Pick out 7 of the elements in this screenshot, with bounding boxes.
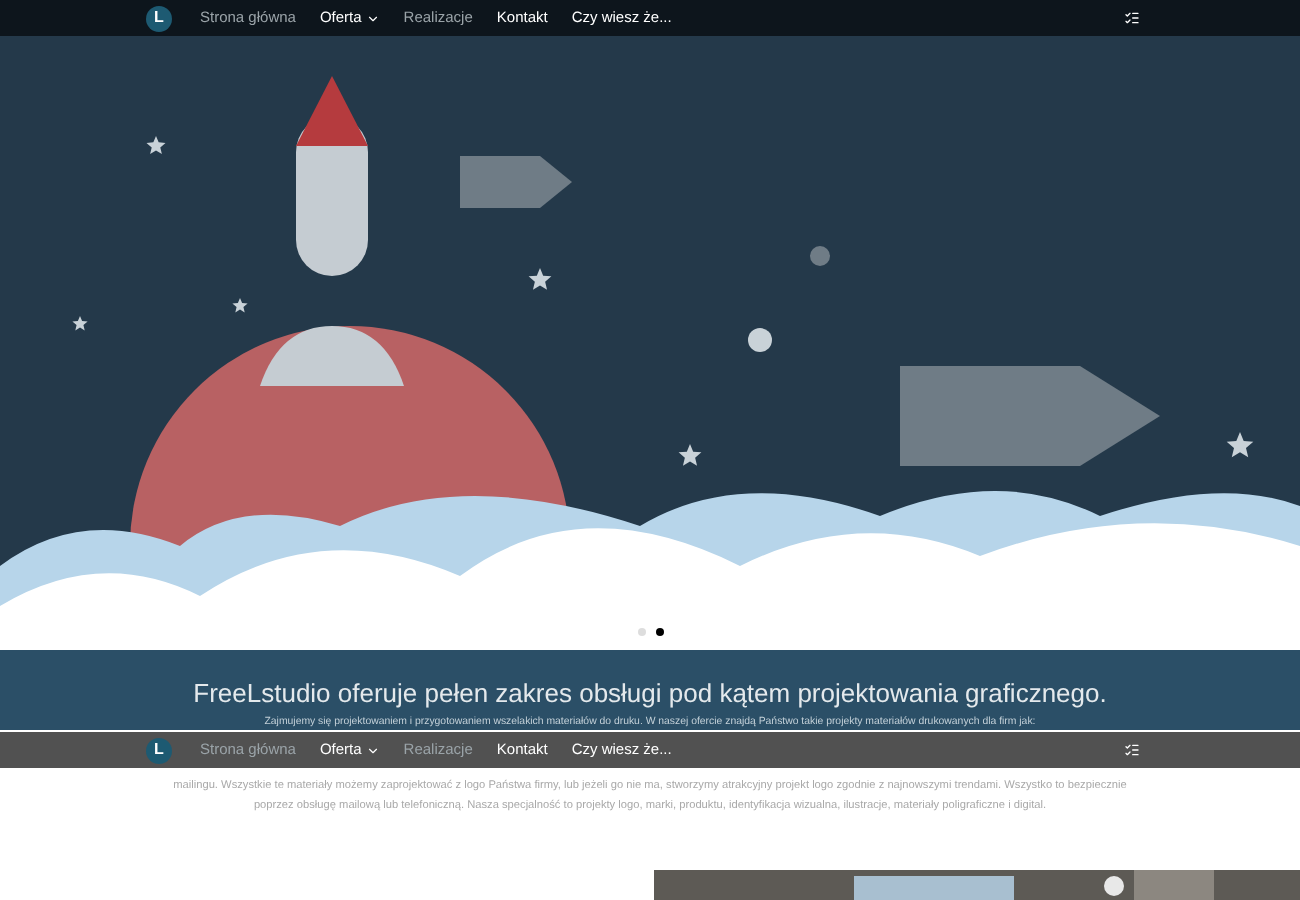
list-icon[interactable]: [1124, 10, 1140, 26]
logo[interactable]: L: [146, 5, 172, 31]
list-icon[interactable]: [1124, 742, 1140, 758]
chevron-down-icon: [365, 743, 380, 757]
section-heading: FreeLstudio oferuje pełen zakres obsługi pod kątem projektowania graficznego.: [193, 680, 1107, 706]
logo[interactable]: L: [146, 737, 172, 763]
chevron-down-icon: [365, 11, 380, 25]
